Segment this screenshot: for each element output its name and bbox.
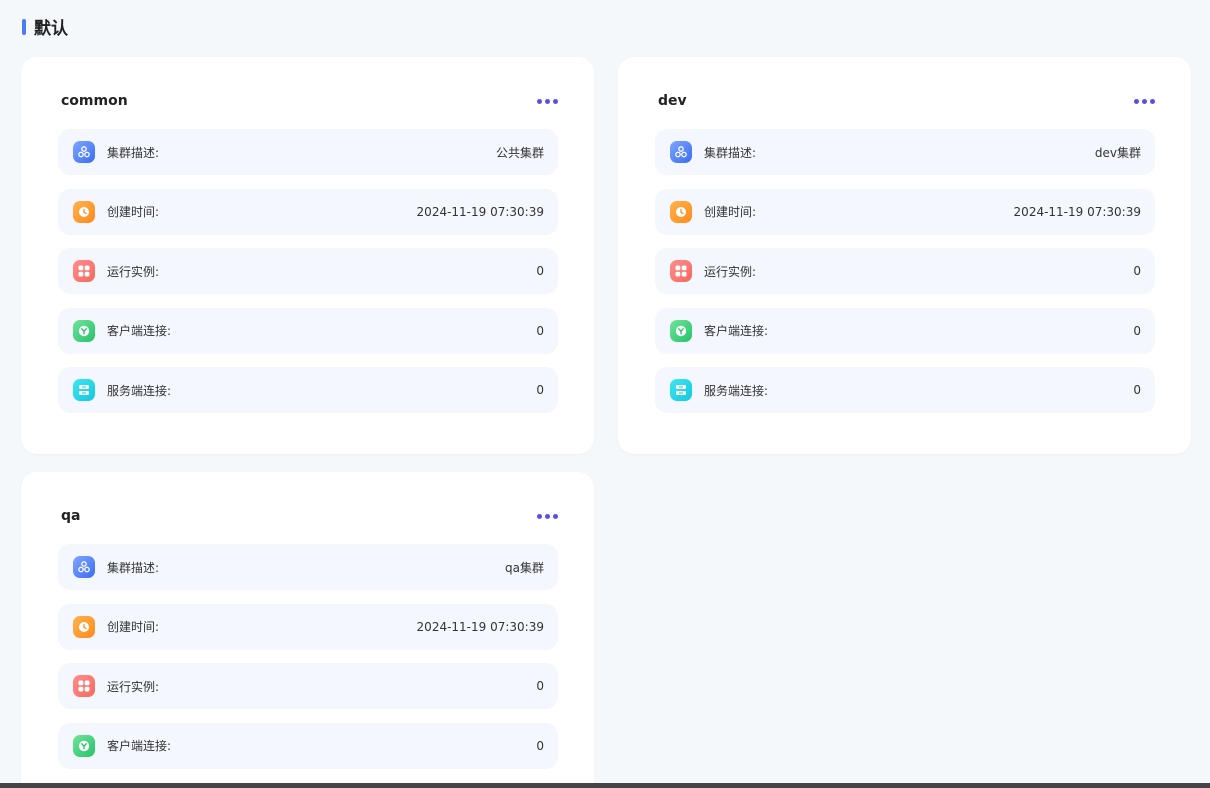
row-value: qa集群 <box>505 560 544 575</box>
row-value: dev集群 <box>1094 145 1141 160</box>
row-value: 0 <box>536 383 544 397</box>
clock-icon <box>73 200 95 223</box>
info-row-server-connections: 服务端连接: 0 <box>58 367 558 413</box>
client-connection-icon <box>73 734 95 757</box>
row-label: 集群描述: <box>704 145 757 160</box>
section-accent-bar <box>22 18 26 35</box>
more-options-button[interactable] <box>537 510 558 523</box>
client-connection-icon <box>670 319 692 342</box>
card-header: dev <box>658 91 1155 111</box>
row-value: 0 <box>1133 383 1141 397</box>
cluster-card[interactable]: common 集群描述: 公共集群 创建时间: 2024-11-19 07:30… <box>21 57 594 454</box>
server-connection-icon <box>73 379 95 401</box>
row-label: 创建时间: <box>704 205 757 219</box>
info-row-instances: 运行实例: 0 <box>655 248 1155 294</box>
cluster-name: dev <box>658 93 687 109</box>
card-header: qa <box>61 506 558 526</box>
grid-icon <box>670 260 692 282</box>
cluster-info-list: 集群描述: qa集群 创建时间: 2024-11-19 07:30:39 运行实… <box>58 544 558 782</box>
info-row-client-connections: 客户端连接: 0 <box>58 307 558 354</box>
info-row-description: 集群描述: dev集群 <box>655 129 1155 175</box>
cluster-icon <box>73 141 95 163</box>
cluster-info-list: 集群描述: 公共集群 创建时间: 2024-11-19 07:30:39 运行实… <box>58 129 558 427</box>
cluster-name: common <box>61 93 128 109</box>
cluster-icon <box>73 556 95 578</box>
row-label: 服务端连接: <box>107 383 172 398</box>
section-header: 默认 <box>22 14 68 39</box>
row-label: 创建时间: <box>107 620 160 634</box>
section-title: 默认 <box>34 19 68 39</box>
info-row-instances: 运行实例: 0 <box>58 663 558 709</box>
row-label: 运行实例: <box>107 679 160 694</box>
clock-icon <box>670 200 692 223</box>
row-value: 0 <box>536 323 544 338</box>
clock-icon <box>73 615 95 638</box>
info-row-client-connections: 客户端连接: 0 <box>58 722 558 769</box>
row-value: 0 <box>536 679 544 693</box>
info-row-created: 创建时间: 2024-11-19 07:30:39 <box>655 188 1155 235</box>
more-options-button[interactable] <box>537 95 558 108</box>
more-options-button[interactable] <box>1134 95 1155 108</box>
row-value: 2024-11-19 07:30:39 <box>416 619 544 634</box>
card-header: common <box>61 91 558 111</box>
row-label: 运行实例: <box>107 264 160 279</box>
cluster-name: qa <box>61 508 81 524</box>
row-label: 集群描述: <box>107 560 160 575</box>
row-label: 客户端连接: <box>107 324 172 338</box>
row-value: 0 <box>536 738 544 753</box>
row-label: 集群描述: <box>107 145 160 160</box>
row-value: 0 <box>536 264 544 278</box>
row-label: 客户端连接: <box>704 324 769 338</box>
info-row-description: 集群描述: qa集群 <box>58 544 558 590</box>
grid-icon <box>73 260 95 282</box>
row-label: 客户端连接: <box>107 739 172 753</box>
bottom-bar <box>0 783 1210 788</box>
grid-icon <box>73 675 95 697</box>
info-row-created: 创建时间: 2024-11-19 07:30:39 <box>58 188 558 235</box>
info-row-client-connections: 客户端连接: 0 <box>655 307 1155 354</box>
row-value: 2024-11-19 07:30:39 <box>416 204 544 219</box>
row-value: 0 <box>1133 323 1141 338</box>
info-row-instances: 运行实例: 0 <box>58 248 558 294</box>
info-row-created: 创建时间: 2024-11-19 07:30:39 <box>58 603 558 650</box>
cluster-card[interactable]: dev 集群描述: dev集群 创建时间: 2024-11-19 07:30:3… <box>618 57 1191 454</box>
page: 默认 common 集群描述: 公共集群 创建时间: 2024-11-19 07… <box>0 0 1210 788</box>
row-value: 0 <box>1133 264 1141 278</box>
info-row-server-connections: 服务端连接: 0 <box>655 367 1155 413</box>
row-label: 运行实例: <box>704 264 757 279</box>
row-label: 创建时间: <box>107 205 160 219</box>
cluster-info-list: 集群描述: dev集群 创建时间: 2024-11-19 07:30:39 运行… <box>655 129 1155 427</box>
row-value: 公共集群 <box>495 145 544 160</box>
row-value: 2024-11-19 07:30:39 <box>1013 204 1141 219</box>
info-row-description: 集群描述: 公共集群 <box>58 129 558 175</box>
cluster-card[interactable]: qa 集群描述: qa集群 创建时间: 2024-11-19 07:30:39 <box>21 472 594 788</box>
client-connection-icon <box>73 319 95 342</box>
cluster-icon <box>670 141 692 163</box>
server-connection-icon <box>670 379 692 401</box>
row-label: 服务端连接: <box>704 383 769 398</box>
